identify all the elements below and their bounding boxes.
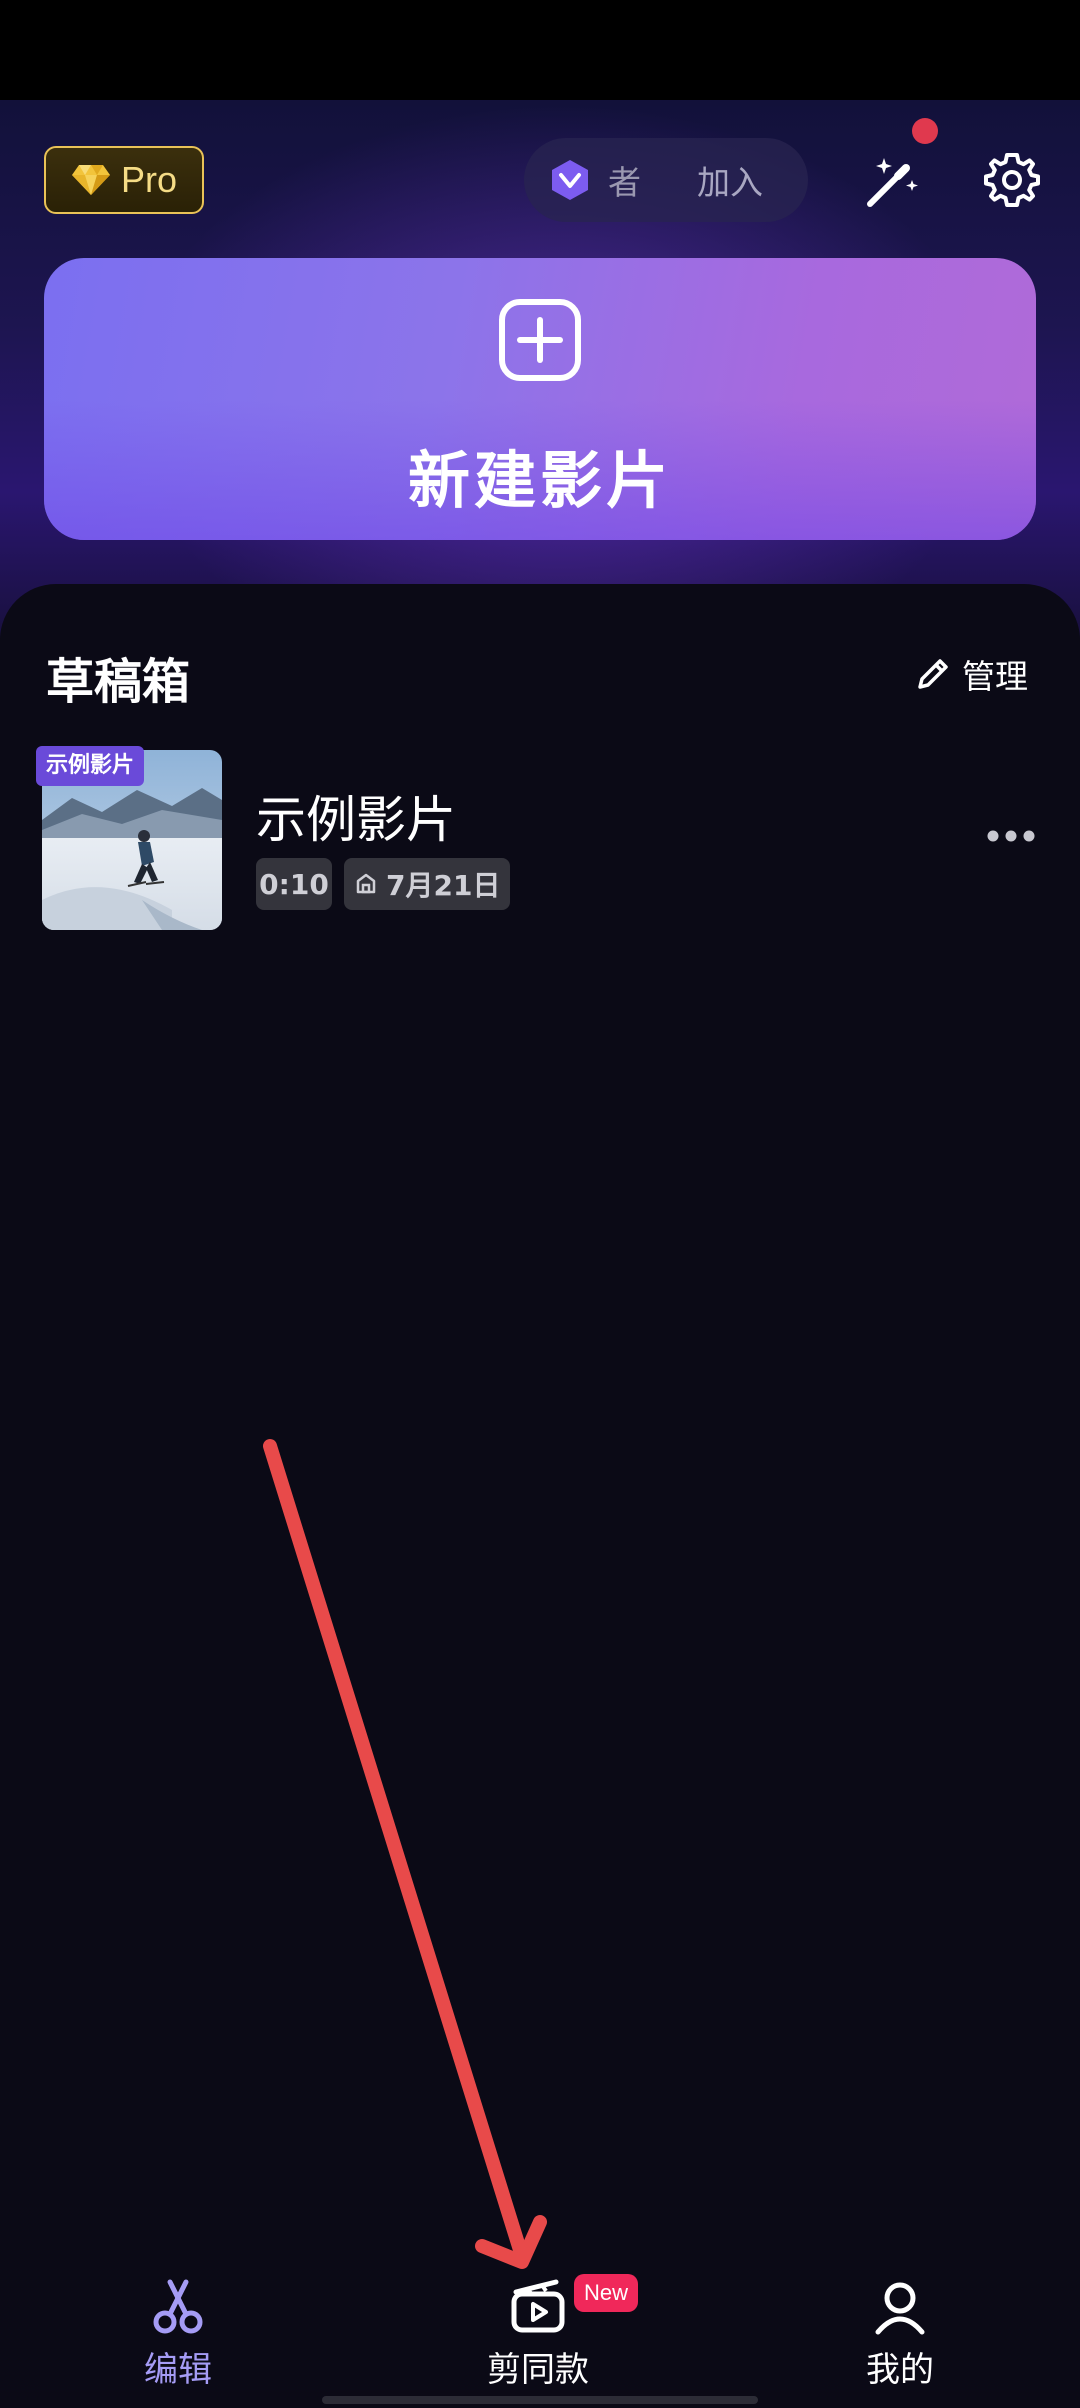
manage-button[interactable]: 管理 (914, 650, 1028, 698)
diamond-icon (71, 165, 110, 195)
nav-tab-me[interactable]: 我的 (800, 2276, 1000, 2396)
magic-wand-icon[interactable] (862, 150, 924, 212)
nav-label-me: 我的 (866, 2350, 934, 2390)
sample-badge: 示例影片 (36, 746, 145, 786)
join-text: 加入 (697, 163, 763, 202)
draft-name[interactable]: 示例影片 (256, 780, 456, 852)
pro-label: Pro (120, 159, 178, 200)
nav-tab-edit[interactable]: 编辑 (78, 2276, 278, 2396)
more-options-icon[interactable] (986, 822, 1036, 850)
nav-label-templates: 剪同款 (487, 2350, 589, 2390)
new-tag-badge: New (574, 2274, 639, 2312)
notification-dot (912, 118, 938, 144)
status-bar (0, 0, 1080, 100)
new-project-button[interactable]: 新建影片 (44, 258, 1036, 540)
draft-date-chip: 7月21日 (344, 858, 511, 910)
settings-gear-icon[interactable] (982, 150, 1042, 210)
save-icon (356, 873, 376, 894)
pencil-icon (918, 659, 948, 689)
drafts-title: 草稿箱 (46, 654, 191, 710)
nav-label-edit: 编辑 (144, 2350, 212, 2390)
plus-square-icon (499, 299, 581, 381)
template-clapper-icon (511, 2279, 565, 2333)
pro-badge-button[interactable]: Pro (44, 146, 204, 214)
user-icon (875, 2282, 925, 2335)
new-project-label: 新建影片 (407, 444, 672, 517)
creator-text: 者 (608, 163, 641, 202)
home-indicator (322, 2396, 758, 2404)
draft-date: 7月21日 (386, 869, 501, 902)
manage-label: 管理 (962, 657, 1028, 696)
draft-duration: 0:10 (256, 858, 332, 910)
creator-shield-icon (552, 160, 588, 200)
scissors-icon (153, 2279, 203, 2334)
creator-join-pill[interactable]: 者 加入 (524, 138, 808, 222)
